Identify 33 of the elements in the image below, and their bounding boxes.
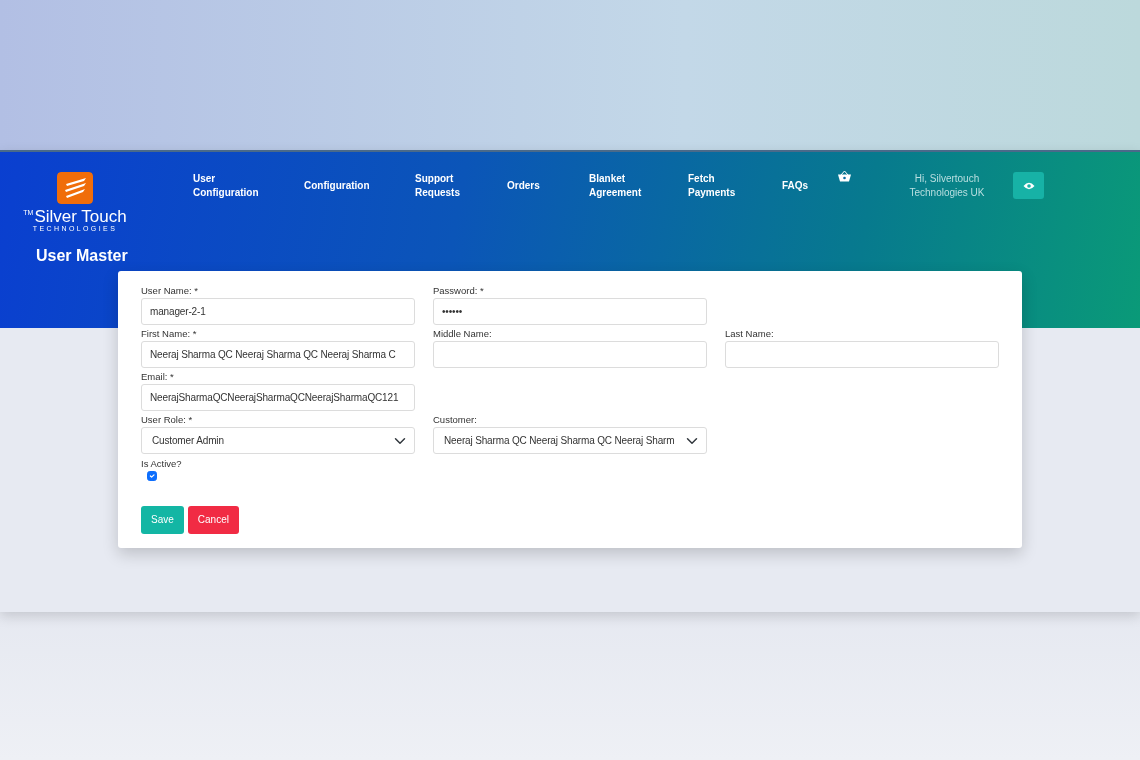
field-label: Last Name:: [725, 328, 775, 340]
nav-link[interactable]: Fetch Payments: [688, 172, 760, 200]
field-label: User Role: *: [141, 414, 194, 426]
nav-link[interactable]: Configuration: [304, 179, 370, 193]
input-field[interactable]: NeerajSharmaQCNeerajSharmaQCNeerajSharmaQC121: [141, 384, 415, 411]
select-field[interactable]: Customer Admin: [141, 427, 415, 454]
eye-icon: [1022, 181, 1035, 190]
logo-icon: [57, 172, 93, 204]
field-label: Customer:: [433, 414, 478, 426]
input-field[interactable]: Neeraj Sharma QC Neeraj Sharma QC Neeraj Sharma C: [141, 341, 415, 368]
nav-link[interactable]: Orders: [507, 179, 540, 193]
input-field[interactable]: ••••••: [433, 298, 707, 325]
input-field[interactable]: manager-2-1: [141, 298, 415, 325]
nav-link[interactable]: FAQs: [782, 179, 809, 193]
nav-link[interactable]: Blanket Agreement: [589, 172, 661, 200]
input-field[interactable]: [725, 341, 999, 368]
field-label: Middle Name:: [433, 328, 493, 340]
field-label: Password: *: [433, 285, 485, 297]
logo-name: Silver Touch: [34, 208, 127, 225]
cancel-button[interactable]: Cancel: [187, 505, 239, 534]
field-label: Email: *: [141, 371, 175, 383]
checkbox-label: Is Active?: [141, 458, 183, 470]
view-button[interactable]: [1013, 172, 1044, 199]
field-label: First Name: *: [141, 328, 198, 340]
input-field[interactable]: [433, 341, 707, 368]
greeting-text: Hi, Silvertouch Technologies UK: [908, 172, 986, 200]
nav-link[interactable]: Support Requests: [415, 172, 487, 200]
basket-icon[interactable]: [837, 170, 852, 182]
nav-link[interactable]: User Configuration: [193, 172, 265, 200]
field-label: User Name: *: [141, 285, 199, 297]
select-field[interactable]: Neeraj Sharma QC Neeraj Sharma QC Neeraj Sharm: [433, 427, 707, 454]
active-checkbox[interactable]: [147, 471, 157, 481]
page-title: User Master: [36, 246, 129, 266]
